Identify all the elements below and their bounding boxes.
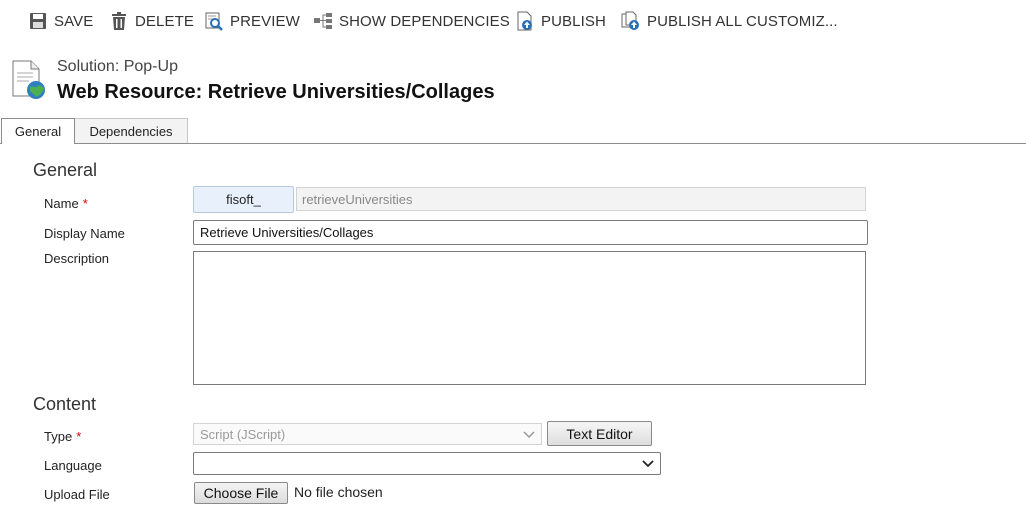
tab-general[interactable]: General — [1, 118, 75, 144]
description-label: Description — [44, 251, 110, 266]
no-file-status: No file chosen — [294, 484, 383, 500]
publish-icon — [515, 11, 535, 31]
save-button[interactable]: SAVE — [28, 8, 93, 34]
required-marker: * — [82, 196, 88, 211]
tab-dependencies[interactable]: Dependencies — [74, 118, 188, 143]
language-label: Language — [44, 458, 102, 473]
display-name-field[interactable]: Retrieve Universities/Collages — [193, 220, 868, 245]
type-label: Type — [44, 429, 73, 444]
text-editor-button[interactable]: Text Editor — [547, 421, 652, 446]
preview-magnifier-icon — [204, 11, 224, 31]
web-resource-icon — [11, 60, 47, 100]
display-name-label: Display Name — [44, 226, 125, 241]
publish-all-customizations-button[interactable]: PUBLISH ALL CUSTOMIZ... — [621, 8, 838, 34]
show-dependencies-button[interactable]: SHOW DEPENDENCIES — [313, 8, 510, 34]
type-label-row: Type * — [44, 429, 81, 444]
name-label-row: Name * — [44, 196, 88, 211]
save-label: SAVE — [54, 12, 94, 30]
chevron-down-icon — [523, 431, 535, 439]
page-title: Web Resource: Retrieve Universities/Coll… — [57, 81, 495, 103]
publish-button[interactable]: PUBLISH — [515, 8, 606, 34]
trash-icon — [109, 11, 129, 31]
name-label: Name — [44, 196, 79, 211]
show-dependencies-label: SHOW DEPENDENCIES — [339, 12, 510, 30]
preview-button[interactable]: PREVIEW — [204, 8, 300, 34]
name-prefix: fisoft_ — [193, 186, 294, 213]
content-section-title: Content — [33, 394, 97, 414]
upload-file-label: Upload File — [44, 487, 110, 502]
type-select[interactable]: Script (JScript) — [193, 423, 542, 445]
tab-strip: General Dependencies — [0, 118, 1026, 144]
preview-label: PREVIEW — [230, 12, 300, 30]
publish-all-icon — [621, 11, 641, 31]
delete-label: DELETE — [135, 12, 194, 30]
solution-name: Solution: Pop-Up — [57, 58, 178, 75]
delete-button[interactable]: DELETE — [109, 8, 194, 34]
chevron-down-icon — [642, 460, 654, 468]
general-section-title: General — [33, 160, 98, 180]
type-select-value: Script (JScript) — [200, 426, 286, 442]
floppy-disk-icon — [28, 11, 48, 31]
publish-all-label: PUBLISH ALL CUSTOMIZ... — [647, 12, 838, 30]
required-marker: * — [76, 429, 82, 444]
publish-label: PUBLISH — [541, 12, 606, 30]
command-bar: SAVE DELETE PREVIEW SHOW DEPENDENCIES PU… — [0, 0, 1026, 42]
name-field[interactable]: retrieveUniversities — [296, 187, 866, 211]
dependencies-tree-icon — [313, 11, 333, 31]
choose-file-button[interactable]: Choose File — [194, 482, 288, 504]
language-select[interactable] — [193, 452, 661, 475]
description-textarea[interactable] — [193, 251, 866, 385]
